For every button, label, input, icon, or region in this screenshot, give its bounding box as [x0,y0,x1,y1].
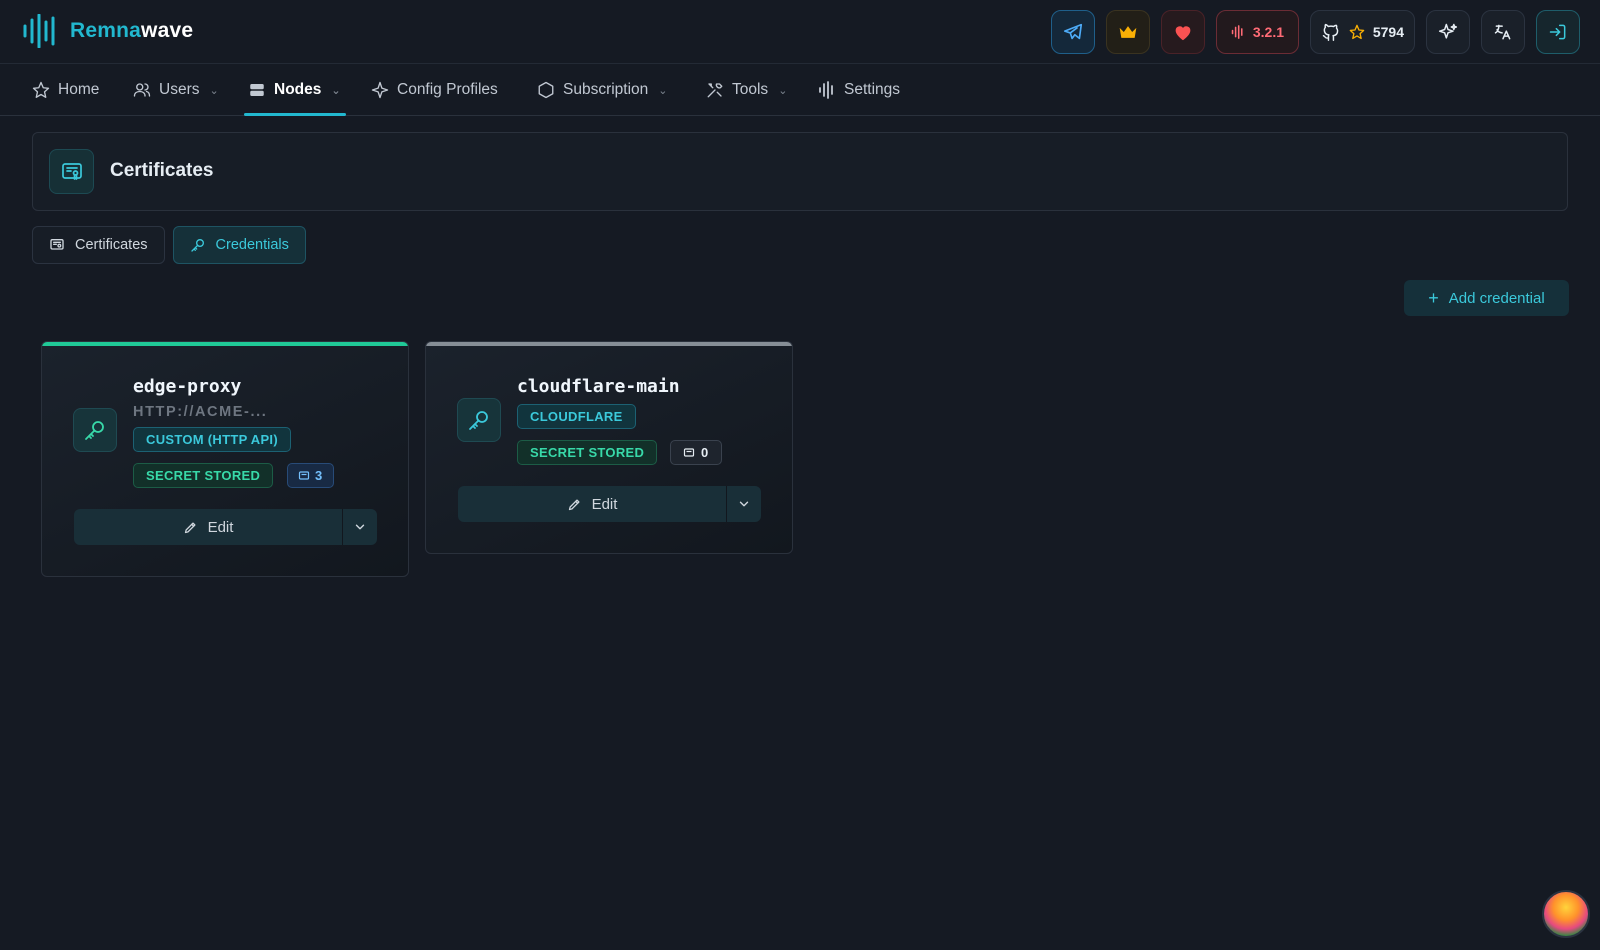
top-actions: 3.2.1 5794 [1051,10,1580,54]
key-icon [457,398,501,442]
edit-group: Edit [74,509,377,545]
tab-credentials-label: Credentials [215,237,289,253]
tab-certificates[interactable]: Certificates [32,226,165,264]
certificate-icon [298,470,310,480]
edit-label: Edit [591,495,618,513]
nav-subscription[interactable]: Subscription ⌄ [537,64,668,116]
brand-name-part2: wave [141,19,194,42]
certificate-icon [49,149,94,194]
credential-name: cloudflare-main [517,376,680,397]
chevron-down-icon [355,524,365,530]
tab-credentials[interactable]: Credentials [172,226,306,264]
nav-settings[interactable]: Settings [818,64,900,116]
crown-icon [1119,26,1137,38]
nav-users-label: Users [159,81,200,98]
certificate-count-badge: 0 [670,440,722,465]
chevron-down-icon: ⌄ [331,84,341,97]
users-icon [133,83,151,97]
nav-config-profiles[interactable]: Config Profiles [371,64,498,116]
premium-button[interactable] [1106,10,1150,54]
nav-home-label: Home [58,81,100,98]
brand-name-part1: Remna [70,19,142,42]
logout-icon [1549,24,1566,40]
active-nav-indicator [244,113,346,116]
version-button[interactable]: 3.2.1 [1216,10,1299,54]
certificate-icon [50,239,64,250]
nav-nodes[interactable]: Nodes ⌄ [248,64,341,116]
user-avatar[interactable] [1542,890,1590,938]
telegram-button[interactable] [1051,10,1095,54]
telegram-icon [1063,23,1083,40]
chevron-down-icon [739,501,749,507]
edit-button[interactable]: Edit [74,509,342,545]
certificate-count-badge: 3 [287,463,334,488]
card-status-line [426,342,792,346]
sparkle-icon [371,81,389,99]
add-credential-label: Add credential [1448,289,1545,307]
chevron-down-icon: ⌄ [209,84,219,97]
edit-label: Edit [207,518,234,536]
server-icon [250,84,264,96]
star-icon [1349,24,1365,40]
certificate-icon [683,447,695,457]
certificate-count: 3 [315,468,323,483]
brand-name: Remnawave [70,19,193,43]
credential-card: cloudflare-main CLOUDFLARE SECRET STORED… [425,341,793,554]
credential-name: edge-proxy [133,376,242,397]
language-button[interactable] [1481,10,1525,54]
nav-tools[interactable]: Tools ⌄ [706,64,787,116]
logout-button[interactable] [1536,10,1580,54]
credential-card: edge-proxy HTTP://ACME-... CUSTOM (HTTP … [41,341,409,577]
credential-url: HTTP://ACME-... [133,404,268,420]
tools-icon [707,83,723,98]
provider-type-badge: CLOUDFLARE [517,404,636,429]
brand[interactable]: Remnawave [22,14,193,48]
nav-nodes-label: Nodes [274,81,322,98]
ai-button[interactable] [1426,10,1470,54]
nav-subscription-label: Subscription [563,81,649,98]
nav-config-profiles-label: Config Profiles [397,81,498,98]
translate-icon [1494,24,1511,40]
key-icon [73,408,117,452]
page-title: Certificates [110,160,214,181]
pencil-icon [568,499,580,510]
waveform-icon [819,81,833,99]
edit-button[interactable]: Edit [458,486,726,522]
version-label: 3.2.1 [1252,24,1284,40]
heart-icon [1175,26,1191,41]
sponsor-button[interactable] [1161,10,1205,54]
tabs: Certificates Credentials [32,226,306,264]
pencil-icon [184,522,196,533]
hexagon-icon [538,81,554,99]
more-actions-button[interactable] [726,486,761,522]
secret-status-badge: SECRET STORED [517,440,658,465]
nav-settings-label: Settings [844,81,901,98]
remnawave-logo-icon [23,14,55,48]
certificate-count: 0 [701,445,709,460]
tab-certificates-label: Certificates [75,237,148,253]
nav-home[interactable]: Home [32,64,99,116]
provider-type-badge: CUSTOM (HTTP API) [133,427,291,452]
page-header: Certificates [32,132,1568,211]
nav-tools-label: Tools [732,81,769,98]
github-button[interactable]: 5794 [1310,10,1415,54]
plus-icon: + [1428,288,1439,308]
chevron-down-icon: ⌄ [658,84,668,97]
github-stars-count: 5794 [1372,24,1404,40]
nav-users[interactable]: Users ⌄ [133,64,219,116]
github-icon [1322,23,1339,42]
edit-group: Edit [458,486,761,522]
star-icon [32,81,50,98]
main-nav: Home Users ⌄ Nodes ⌄ Config Profiles Sub… [0,64,1600,116]
top-bar: Remnawave 3.2.1 5794 [0,0,1600,64]
sparkles-icon [1438,23,1458,39]
secret-status-badge: SECRET STORED [133,463,274,488]
more-actions-button[interactable] [342,509,377,545]
card-status-line [42,342,408,346]
add-credential-button[interactable]: + Add credential [1404,280,1569,316]
waveform-icon [1231,25,1243,39]
chevron-down-icon: ⌄ [778,84,788,97]
key-icon [190,239,204,252]
